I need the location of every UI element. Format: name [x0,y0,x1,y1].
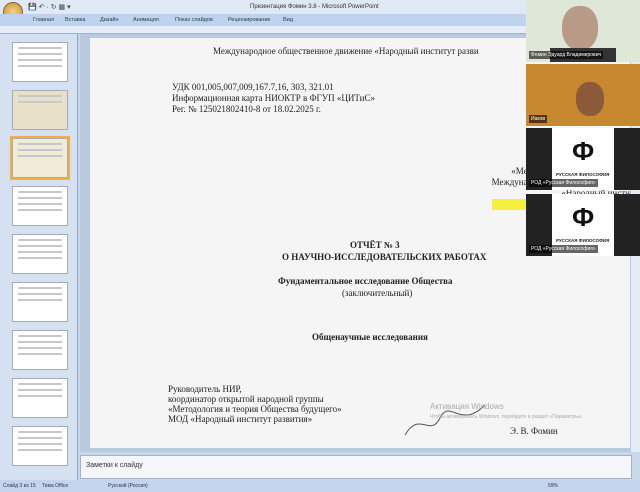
slide-thumbnail-selected[interactable] [10,136,70,180]
udk-text: УДК 001,005,007,009,167.7,16, 303, 321.0… [172,82,334,92]
slide-thumbnail[interactable] [12,42,68,82]
general-text: Общенаучные исследования [312,332,428,342]
tab-insert[interactable]: Вставка [65,17,85,23]
status-bar: Слайд 3 из 15 Тема Office Русский (Росси… [0,480,640,492]
slide-thumbnail[interactable] [12,330,68,370]
final-text: (заключительный) [342,288,413,298]
signer-name: Э. В. Фомин [510,426,558,436]
slide-thumbnail[interactable] [12,234,68,274]
research-text: Фундаментальное исследование Общества [278,276,453,286]
tab-design[interactable]: Дизайн [100,17,119,23]
window-title: Презентация Фомин 3.8 - Microsoft PowerP… [250,4,379,10]
slide-thumbnail[interactable] [12,282,68,322]
participant-video [576,82,604,116]
windows-activation-watermark: Активация Windows Чтобы активировать Wind… [430,402,584,420]
report-subtitle: О НАУЧНО-ИССЛЕДОВАТЕЛЬСКИХ РАБОТАХ [282,252,487,262]
tab-animation[interactable]: Анимация [133,17,159,23]
video-tile[interactable]: Ф РУССКАЯ ФИЛОСОФИЯ РОД «Русская Философ… [526,194,640,256]
language[interactable]: Русский (Россия) [108,483,148,489]
slide-thumbnails-panel[interactable] [0,34,78,480]
slide-counter: Слайд 3 из 15 [3,483,36,489]
video-tile[interactable]: Ф РУССКАЯ ФИЛОСОФИЯ РОД «Русская Философ… [526,128,640,190]
reg-text: Рег. № 125021802410-8 от 18.02.2025 г. [172,104,321,114]
report-title: ОТЧЁТ № 3 [350,240,400,250]
zoom-level[interactable]: 59% [548,483,558,489]
video-tile[interactable]: Иаков [526,64,640,126]
tab-view[interactable]: Вид [283,17,293,23]
phi-logo-icon: Ф [572,202,595,232]
slide-thumbnail[interactable] [12,90,68,130]
card-text: Информационная карта НИОКТР в ФГУП «ЦИТи… [172,93,375,103]
phi-logo-icon: Ф [572,136,595,166]
slide-thumbnail[interactable] [12,378,68,418]
leader-block: Руководитель НИР, координатор открытой н… [168,384,342,424]
tab-home[interactable]: Главная [33,17,54,23]
participant-video [562,6,598,50]
notes-pane[interactable]: Заметки к слайду [80,455,632,479]
slide-thumbnail[interactable] [12,186,68,226]
slide-thumbnail[interactable] [12,426,68,466]
quick-access-toolbar[interactable]: 💾 ↶ · ↻ ▦ ▾ [28,3,71,11]
tab-review[interactable]: Рецензирование [228,17,270,23]
theme-name: Тема Office [42,483,69,489]
video-tile[interactable]: Фомин Эдуард Владимирович [526,0,640,62]
slide-header: Международное общественное движение «Нар… [213,46,479,56]
tab-slideshow[interactable]: Показ слайдов [175,17,213,23]
